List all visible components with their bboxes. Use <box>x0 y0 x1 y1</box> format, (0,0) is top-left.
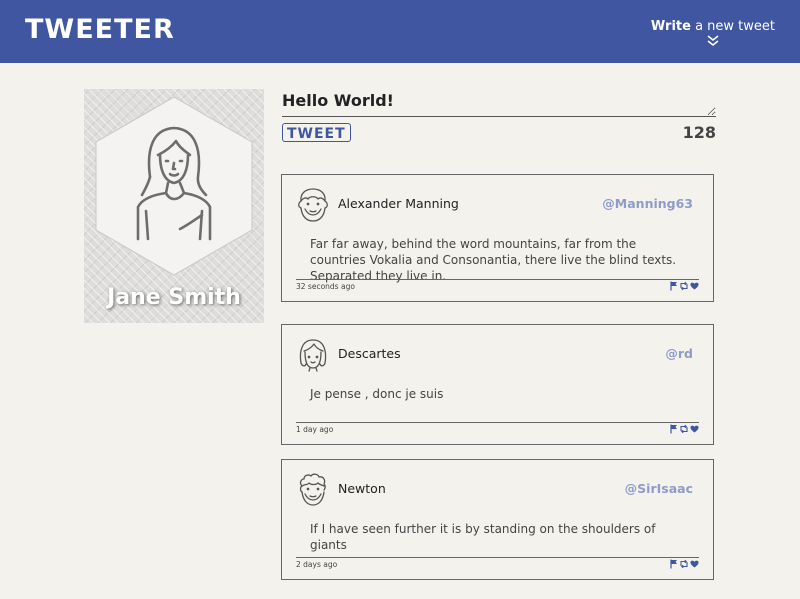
compose-toggle-strong: Write <box>650 19 691 34</box>
compose-area: TWEET 128 <box>282 89 716 142</box>
curly-hair-man-avatar-icon <box>299 473 326 506</box>
tweet-timestamp: 1 day ago <box>296 425 334 434</box>
flag-icon[interactable] <box>670 424 678 434</box>
tweet-timestamp: 32 seconds ago <box>296 282 355 291</box>
bearded-man-avatar-icon <box>298 188 328 222</box>
heart-icon[interactable] <box>690 424 699 434</box>
retweet-icon[interactable] <box>679 281 689 291</box>
tweet-author-name[interactable]: Descartes <box>338 346 401 361</box>
tweet-text: If I have seen further it is by standing… <box>310 522 656 552</box>
tweet-text: Je pense , donc je suis <box>310 387 444 401</box>
tweet-author-handle[interactable]: @rd <box>665 346 693 361</box>
tweet-footer: 2 days ago <box>296 557 699 573</box>
tweet-input[interactable] <box>282 89 716 117</box>
profile-name: Jane Smith <box>107 285 241 310</box>
tweet-footer: 32 seconds ago <box>296 279 699 295</box>
tweet-author-name[interactable]: Newton <box>338 481 386 496</box>
tweet-timestamp: 2 days ago <box>296 560 338 569</box>
tweet-author-handle[interactable]: @Manning63 <box>602 196 693 211</box>
brand-logo[interactable]: TWEETER <box>25 14 175 45</box>
tweet-actions <box>670 281 699 291</box>
tweet-footer: 1 day ago <box>296 422 699 438</box>
heart-icon[interactable] <box>690 281 699 291</box>
heart-icon[interactable] <box>690 559 699 569</box>
top-nav: TWEETER Write a new tweet <box>0 0 800 63</box>
bob-hair-avatar-icon <box>299 339 327 372</box>
tweet-card: Newton @SirIsaac If I have seen further … <box>281 459 714 580</box>
character-counter: 128 <box>682 123 716 142</box>
compose-toggle-rest: a new tweet <box>690 19 775 34</box>
flag-icon[interactable] <box>670 281 678 291</box>
tweet-author-handle[interactable]: @SirIsaac <box>625 481 693 496</box>
tweet-card: Alexander Manning @Manning63 Far far awa… <box>281 174 714 302</box>
double-chevron-down-icon <box>707 35 719 47</box>
retweet-icon[interactable] <box>679 559 689 569</box>
flag-icon[interactable] <box>670 559 678 569</box>
tweet-text: Far far away, behind the word mountains,… <box>310 237 677 283</box>
retweet-icon[interactable] <box>679 424 689 434</box>
write-new-tweet-toggle[interactable]: Write a new tweet <box>651 19 775 47</box>
tweet-card: Descartes @rd Je pense , donc je suis 1 … <box>281 324 714 445</box>
tweet-button[interactable]: TWEET <box>282 123 351 142</box>
tweet-actions <box>670 559 699 569</box>
tweet-author-name[interactable]: Alexander Manning <box>338 196 459 211</box>
tweet-actions <box>670 424 699 434</box>
profile-card: Jane Smith <box>84 89 264 323</box>
